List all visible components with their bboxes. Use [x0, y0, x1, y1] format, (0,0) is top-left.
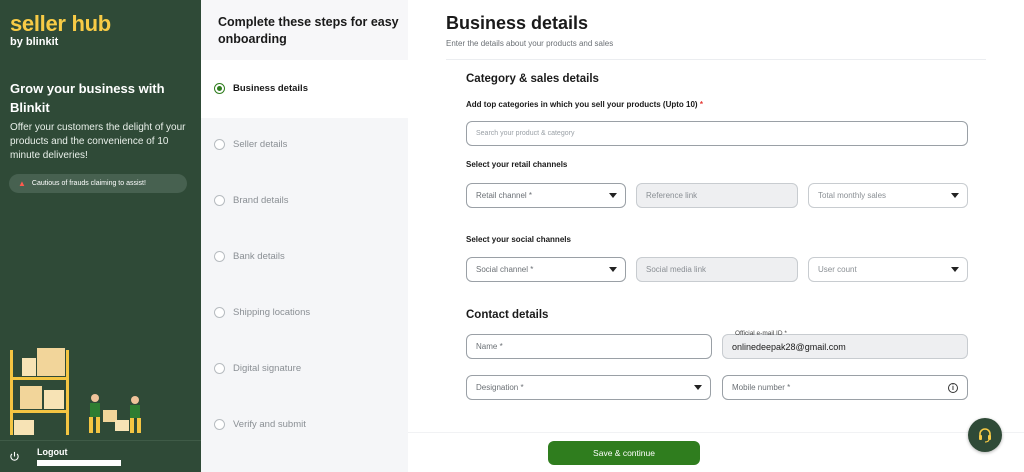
- step-business-details[interactable]: Business details: [214, 83, 308, 94]
- step-radio-icon: [214, 307, 225, 318]
- fraud-warning-badge: ▲ Cautious of frauds claiming to assist!: [9, 174, 187, 193]
- step-label: Seller details: [233, 139, 288, 150]
- warning-triangle-icon: ▲: [18, 179, 26, 188]
- category-section-title: Category & sales details: [466, 73, 599, 85]
- reference-link-input[interactable]: Reference link: [636, 183, 798, 208]
- step-digital-signature[interactable]: Digital signature: [214, 363, 301, 374]
- step-bank-details[interactable]: Bank details: [214, 251, 285, 262]
- user-count-placeholder: User count: [818, 265, 857, 274]
- monthly-sales-placeholder: Total monthly sales: [818, 191, 887, 200]
- retail-channels-label: Select your retail channels: [466, 160, 568, 169]
- brand-sub-name: blinkit: [25, 36, 59, 48]
- step-radio-icon: [214, 419, 225, 430]
- social-link-input[interactable]: Social media link: [636, 257, 798, 282]
- panel-heading: Grow your business with Blinkit: [10, 81, 165, 115]
- designation-select[interactable]: Designation *: [466, 375, 711, 400]
- step-label: Business details: [233, 83, 308, 94]
- social-channels-label: Select your social channels: [466, 235, 571, 244]
- brand-sub-prefix: by: [10, 36, 26, 48]
- step-radio-icon: [214, 83, 225, 94]
- email-field[interactable]: Official e-mail ID * onlinedeepak28@gmai…: [722, 330, 968, 359]
- step-label: Shipping locations: [233, 307, 311, 318]
- save-continue-button[interactable]: Save & continue: [548, 441, 700, 465]
- reference-link-placeholder: Reference link: [646, 191, 698, 200]
- step-label: Verify and submit: [233, 419, 306, 430]
- help-button[interactable]: [968, 418, 1002, 452]
- page-title: Business details: [446, 13, 589, 33]
- power-icon: [10, 451, 19, 461]
- page-subtitle: Enter the details about your products an…: [446, 39, 614, 48]
- info-icon[interactable]: i: [948, 383, 958, 393]
- warehouse-illustration: [10, 348, 141, 435]
- fraud-warning-text: Cautious of frauds claiming to assist!: [31, 180, 146, 187]
- redacted-user-info: [37, 460, 121, 466]
- mobile-number-input[interactable]: Mobile number * i: [722, 375, 968, 400]
- logout-label[interactable]: Logout: [37, 447, 68, 457]
- monthly-sales-select[interactable]: Total monthly sales: [808, 183, 968, 208]
- step-label: Bank details: [233, 251, 285, 262]
- social-channel-select[interactable]: Social channel *: [466, 257, 626, 282]
- left-panel: seller hub by blinkit Grow your business…: [0, 0, 201, 472]
- name-input[interactable]: Name *: [466, 334, 712, 359]
- panel-description: Offer your customers the delight of your…: [10, 122, 186, 161]
- social-channel-placeholder: Social channel *: [476, 265, 534, 274]
- name-placeholder: Name *: [476, 342, 503, 351]
- step-radio-icon: [214, 195, 225, 206]
- mobile-placeholder: Mobile number *: [732, 383, 791, 392]
- retail-channel-select[interactable]: Retail channel *: [466, 183, 626, 208]
- social-link-placeholder: Social media link: [646, 265, 707, 274]
- step-shipping-locations[interactable]: Shipping locations: [214, 307, 310, 318]
- category-search-input[interactable]: Search your product & category: [466, 121, 968, 146]
- step-brand-details[interactable]: Brand details: [214, 195, 288, 206]
- email-value: onlinedeepak28@gmail.com: [732, 341, 846, 352]
- steps-panel: Complete these steps for easy onboarding…: [201, 0, 408, 472]
- required-marker: *: [699, 100, 703, 109]
- designation-placeholder: Designation *: [476, 383, 524, 392]
- chevron-down-icon: [609, 267, 617, 272]
- step-label: Digital signature: [233, 363, 302, 374]
- user-count-select[interactable]: User count: [808, 257, 968, 282]
- step-verify-and-submit[interactable]: Verify and submit: [214, 419, 306, 430]
- chevron-down-icon: [694, 385, 702, 390]
- retail-channel-placeholder: Retail channel *: [476, 191, 533, 200]
- steps-heading: Complete these steps for easy onboarding: [201, 0, 408, 60]
- logout-row[interactable]: Logout: [0, 440, 201, 472]
- contact-section-title: Contact details: [466, 309, 549, 321]
- main-content: Business details Enter the details about…: [408, 0, 1024, 472]
- footer-divider: [408, 432, 1024, 433]
- chevron-down-icon: [609, 193, 617, 198]
- step-radio-icon: [214, 251, 225, 262]
- category-search-placeholder: Search your product & category: [476, 130, 575, 137]
- step-seller-details[interactable]: Seller details: [214, 139, 287, 150]
- categories-label-text: Add top categories in which you sell you…: [466, 100, 698, 109]
- step-label: Brand details: [233, 195, 289, 206]
- email-float-label: Official e-mail ID *: [735, 330, 787, 337]
- categories-label: Add top categories in which you sell you…: [466, 100, 703, 109]
- brand-subtitle: by blinkit: [10, 36, 58, 48]
- headset-icon: [979, 428, 991, 443]
- chevron-down-icon: [951, 193, 959, 198]
- chevron-down-icon: [951, 267, 959, 272]
- step-radio-icon: [214, 363, 225, 374]
- brand-logo: seller hub: [10, 11, 111, 36]
- header-divider: [446, 59, 986, 60]
- step-radio-icon: [214, 139, 225, 150]
